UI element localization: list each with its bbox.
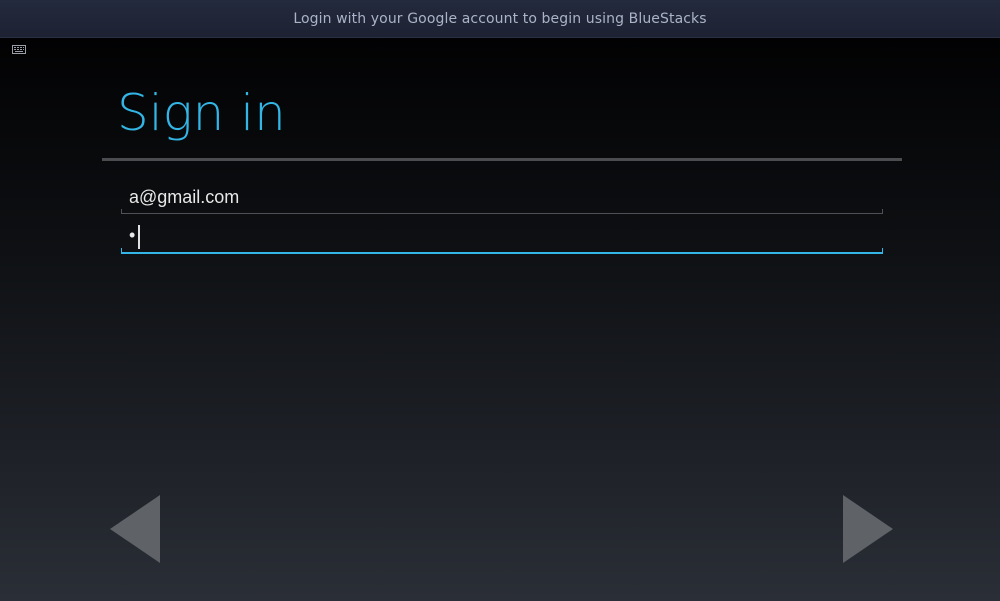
keyboard-icon[interactable] xyxy=(12,45,26,54)
right-arrow-icon[interactable] xyxy=(843,495,893,563)
window-title: Login with your Google account to begin … xyxy=(293,10,707,27)
email-value: a@gmail.com xyxy=(129,187,240,207)
sign-in-screen: Sign in a@gmail.com • xyxy=(0,38,1000,601)
title-divider xyxy=(102,158,902,161)
page-title: Sign in xyxy=(117,84,286,142)
email-field[interactable]: a@gmail.com xyxy=(121,181,883,214)
bluestacks-window: Login with your Google account to begin … xyxy=(0,0,1000,601)
password-field[interactable]: • xyxy=(121,221,883,254)
text-cursor xyxy=(138,225,140,249)
title-bar: Login with your Google account to begin … xyxy=(0,0,1000,38)
password-value: • xyxy=(129,225,136,245)
left-arrow-icon[interactable] xyxy=(110,495,160,563)
